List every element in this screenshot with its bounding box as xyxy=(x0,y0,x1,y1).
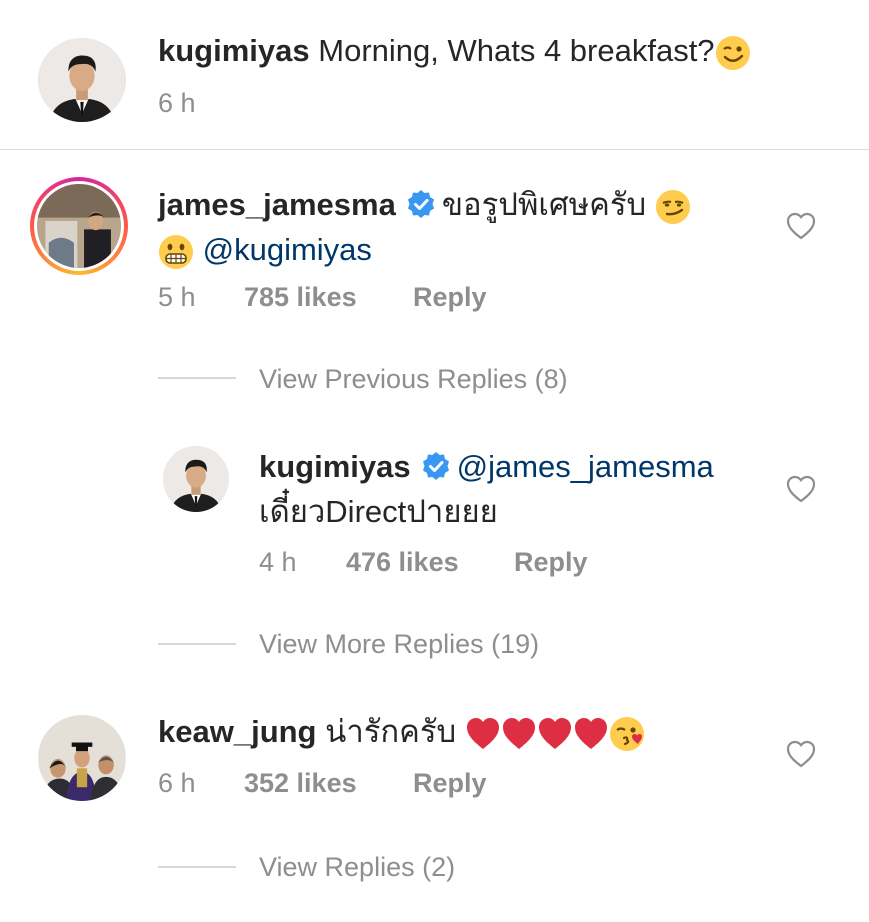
comment-1-reply-button[interactable]: Reply xyxy=(413,282,487,313)
smirking-face-icon xyxy=(655,189,691,225)
verified-badge-icon xyxy=(406,189,436,219)
comment-1-time: 5 h xyxy=(158,282,196,312)
comment-2-view-replies[interactable]: View Replies (2) xyxy=(259,852,455,883)
comment-2-likes[interactable]: 352 likes xyxy=(244,768,357,799)
face-blowing-kiss-icon xyxy=(609,716,645,752)
caption-username[interactable]: kugimiyas xyxy=(158,33,310,68)
caption-text-line: kugimiyas Morning, Whats 4 breakfast? xyxy=(158,28,838,73)
reply-likes[interactable]: 476 likes xyxy=(346,547,459,578)
comment-2-avatar[interactable] xyxy=(38,715,126,801)
reply-time: 4 h xyxy=(259,547,297,577)
red-heart-icon xyxy=(465,716,501,752)
caption-avatar[interactable] xyxy=(38,38,126,122)
reply-reply-button[interactable]: Reply xyxy=(514,547,588,578)
reply-mention[interactable]: @james_jamesma xyxy=(457,449,714,484)
red-heart-icon xyxy=(573,716,609,752)
comment-1-text-block: james_jamesma ขอรูปพิเศษครับ @kugimiyas xyxy=(158,182,758,272)
comment-2-replies-line xyxy=(158,866,236,868)
comment-1-like-heart-icon[interactable] xyxy=(786,212,816,245)
caption-text: Morning, Whats 4 breakfast? xyxy=(318,33,715,68)
comment-1-username[interactable]: james_jamesma xyxy=(158,187,396,222)
reply-text-block: kugimiyas @james_jamesma เดี๋ยวDirectปายย… xyxy=(259,444,759,534)
winking-face-icon xyxy=(715,35,751,71)
comment-2-username[interactable]: keaw_jung xyxy=(158,714,317,749)
caption-divider xyxy=(0,149,869,150)
reply-meta: 4 h 476 likes Reply xyxy=(259,547,588,578)
comment-2-text: น่ารักครับ xyxy=(325,714,457,749)
caption-time: 6 h xyxy=(158,88,196,118)
verified-badge-icon xyxy=(421,451,451,481)
comment-1-avatar-story-ring[interactable] xyxy=(30,177,128,275)
comment-2-meta: 6 h 352 likes Reply xyxy=(158,768,487,799)
grimacing-face-icon xyxy=(158,234,194,270)
comment-1-more-replies-line xyxy=(158,643,236,645)
comment-2-time: 6 h xyxy=(158,768,196,798)
red-heart-icon xyxy=(537,716,573,752)
comment-1-mention[interactable]: @kugimiyas xyxy=(203,232,372,267)
red-heart-icon xyxy=(501,716,537,752)
comment-1-view-previous-replies[interactable]: View Previous Replies (8) xyxy=(259,364,568,395)
reply-avatar[interactable] xyxy=(163,446,229,512)
comment-2-like-heart-icon[interactable] xyxy=(786,740,816,773)
comment-1-text: ขอรูปพิเศษครับ xyxy=(441,187,647,222)
comment-1-likes[interactable]: 785 likes xyxy=(244,282,357,313)
comment-1-view-more-replies[interactable]: View More Replies (19) xyxy=(259,629,539,660)
comment-1-avatar xyxy=(37,184,121,268)
comment-2-reply-button[interactable]: Reply xyxy=(413,768,487,799)
comment-1-meta: 5 h 785 likes Reply xyxy=(158,282,487,313)
reply-text: เดี๋ยวDirectปายยย xyxy=(259,494,498,529)
reply-username[interactable]: kugimiyas xyxy=(259,449,411,484)
reply-like-heart-icon[interactable] xyxy=(786,475,816,508)
comment-2-text-block: keaw_jung น่ารักครับ xyxy=(158,709,778,754)
comment-1-replies-line xyxy=(158,377,236,379)
